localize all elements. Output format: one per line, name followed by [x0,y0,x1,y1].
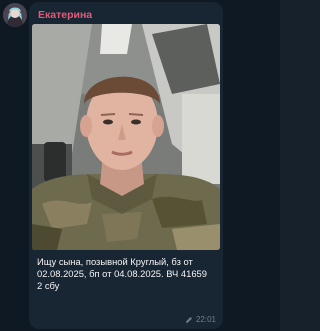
caption-line: 02.08.2025, бп от 04.08.2025. ВЧ 41659 [37,268,207,279]
sender-avatar[interactable] [3,3,27,27]
message-bubble[interactable]: Екатерина Ищу сына, позывной Круглый, бз… [29,2,223,329]
message-caption: Ищу сына, позывной Круглый, бз от 02.08.… [37,256,219,292]
chat-view: Екатерина Ищу сына, позывной Круглый, бз… [0,0,280,331]
message-meta: 22:01 [185,315,216,324]
photo-image [32,24,220,250]
caption-line: Ищу сына, позывной Круглый, бз от [37,256,193,267]
message-time: 22:01 [195,315,216,324]
caption-line: 2 сбу [37,280,60,291]
sender-name[interactable]: Екатерина [38,9,92,21]
message-photo[interactable] [32,24,220,250]
avatar-icon [3,3,27,27]
pencil-icon [185,316,192,323]
